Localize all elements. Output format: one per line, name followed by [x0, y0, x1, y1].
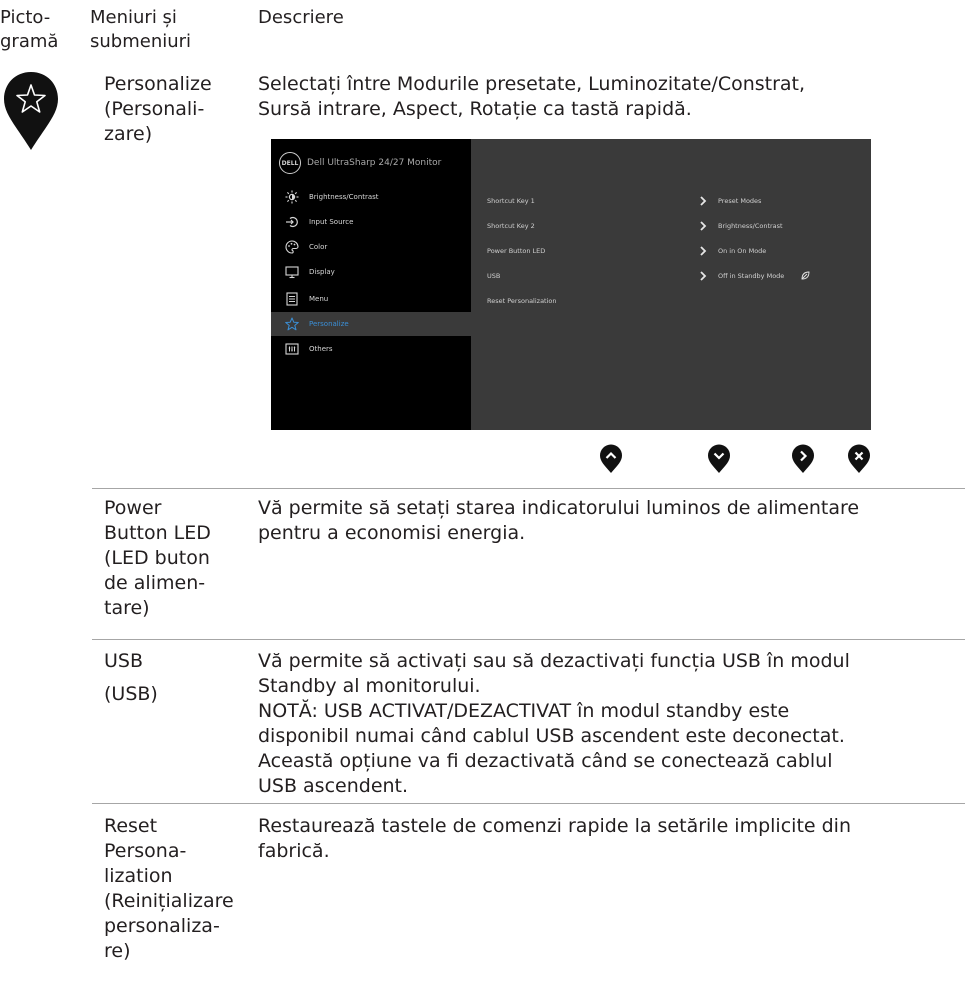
menu-icon: [285, 292, 299, 306]
input-source-icon: [285, 215, 299, 229]
row-divider: [92, 639, 965, 640]
power-led-name: Power Button LED (LED buton de alimen- t…: [104, 497, 211, 619]
row-divider: [92, 488, 965, 489]
personalize-description: Selectați între Modurile presetate, Lumi…: [258, 73, 806, 120]
star-icon: [285, 317, 299, 331]
chevron-right-icon: [700, 246, 707, 256]
osd-menu-item-input-source[interactable]: Input Source: [271, 210, 471, 234]
eco-leaf-icon: [801, 271, 810, 280]
osd-menu-item-color[interactable]: Color: [271, 235, 471, 259]
reset-personalization-description: Restaurează tastele de comenzi rapide la…: [258, 815, 851, 862]
usb-name: USB (USB): [104, 650, 158, 705]
osd-menu-item-personalize[interactable]: Personalize: [271, 312, 471, 336]
row-divider: [92, 803, 965, 804]
down-button-icon: [707, 444, 731, 474]
osd-option-shortcut-key-1[interactable]: Shortcut Key 1 Preset Modes: [487, 189, 867, 215]
palette-icon: [285, 240, 299, 254]
reset-personalization-name: Reset Persona- lization (Reinițializare …: [104, 815, 234, 962]
osd-menu-screenshot: DELL Dell UltraSharp 24/27 Monitor Brigh…: [271, 139, 871, 430]
chevron-right-icon: [700, 271, 707, 281]
header-meniuri: Meniuri și submeniuri: [90, 6, 191, 54]
personalize-star-icon: [2, 70, 60, 152]
osd-menu-item-brightness-contrast[interactable]: Brightness/Contrast: [271, 185, 471, 209]
header-col2-line1: Meniuri și: [90, 7, 177, 28]
osd-title-bar: DELL Dell UltraSharp 24/27 Monitor: [279, 151, 441, 175]
power-led-description: Vă permite să setați starea indicatorulu…: [258, 497, 860, 544]
osd-option-usb[interactable]: USB Off in Standby Mode: [487, 264, 867, 290]
osd-title: Dell UltraSharp 24/27 Monitor: [307, 158, 442, 168]
sun-icon: [285, 190, 299, 204]
dell-logo: DELL: [279, 152, 301, 174]
osd-option-shortcut-key-2[interactable]: Shortcut Key 2 Brightness/Contrast: [487, 214, 867, 240]
others-icon: [285, 342, 299, 356]
header-col1-line2: gramă: [0, 31, 59, 52]
header-col1-line1: Picto-: [0, 7, 51, 28]
usb-description: Vă permite să activați sau să dezactivaț…: [258, 650, 850, 797]
personalize-name: Personalize (Personali- zare): [104, 73, 212, 145]
header-descriere: Descriere: [258, 7, 344, 28]
chevron-right-icon: [700, 196, 707, 206]
display-icon: [285, 265, 299, 279]
osd-menu-item-others[interactable]: Others: [271, 337, 471, 361]
osd-option-power-button-led[interactable]: Power Button LED On in On Mode: [487, 239, 867, 265]
chevron-right-icon: [700, 221, 707, 231]
osd-option-reset-personalization[interactable]: Reset Personalization: [487, 289, 867, 315]
header-col2-line2: submeniuri: [90, 31, 192, 52]
up-button-icon: [599, 444, 623, 474]
osd-sidebar: [271, 139, 471, 430]
right-button-icon: [791, 444, 815, 474]
close-button-icon: [847, 444, 871, 474]
osd-menu-item-display[interactable]: Display: [271, 260, 471, 284]
osd-menu-item-menu[interactable]: Menu: [271, 287, 471, 311]
header-pictograma: Picto- gramă: [0, 6, 58, 54]
